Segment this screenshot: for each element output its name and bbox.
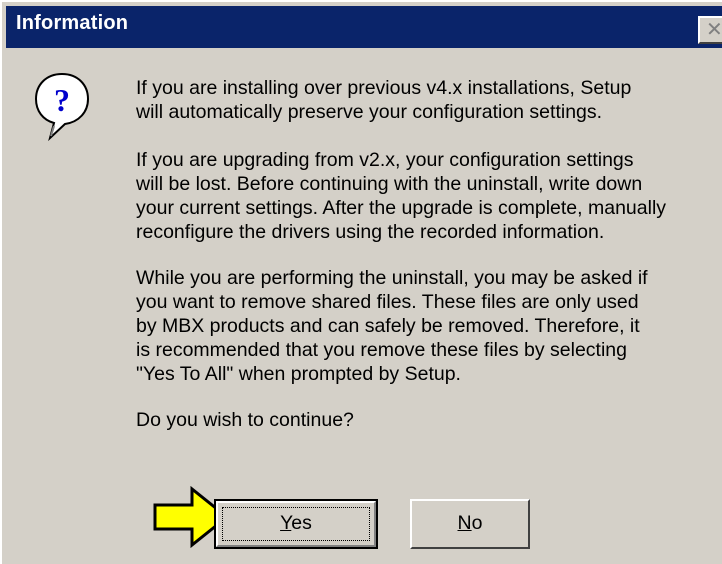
no-mnemonic: N [457, 512, 472, 534]
message-question: Do you wish to continue? [136, 409, 354, 431]
dialog-title: Information [16, 12, 129, 34]
close-icon: ✕ [706, 17, 722, 41]
message-paragraph-3: While you are performing the uninstall, … [136, 267, 648, 385]
information-dialog: Information ✕ ? If you are installing ov… [0, 0, 722, 564]
message-text: If you are installing over previous v4.x… [136, 76, 716, 456]
yes-mnemonic: Y [280, 512, 292, 534]
close-button[interactable]: ✕ [698, 16, 722, 44]
svg-text:?: ? [54, 82, 70, 118]
question-icon: ? [32, 70, 92, 144]
title-bar[interactable]: Information ✕ [6, 6, 722, 48]
yes-button[interactable]: Yes [214, 499, 378, 549]
yes-label-rest: es [291, 512, 312, 534]
no-button[interactable]: No [410, 499, 530, 549]
yes-button-label: Yes [280, 512, 312, 534]
no-button-label: No [458, 512, 483, 534]
message-paragraph-1: If you are installing over previous v4.x… [136, 77, 632, 123]
message-paragraph-2: If you are upgrading from v2.x, your con… [136, 149, 667, 243]
no-label-rest: o [471, 512, 483, 534]
